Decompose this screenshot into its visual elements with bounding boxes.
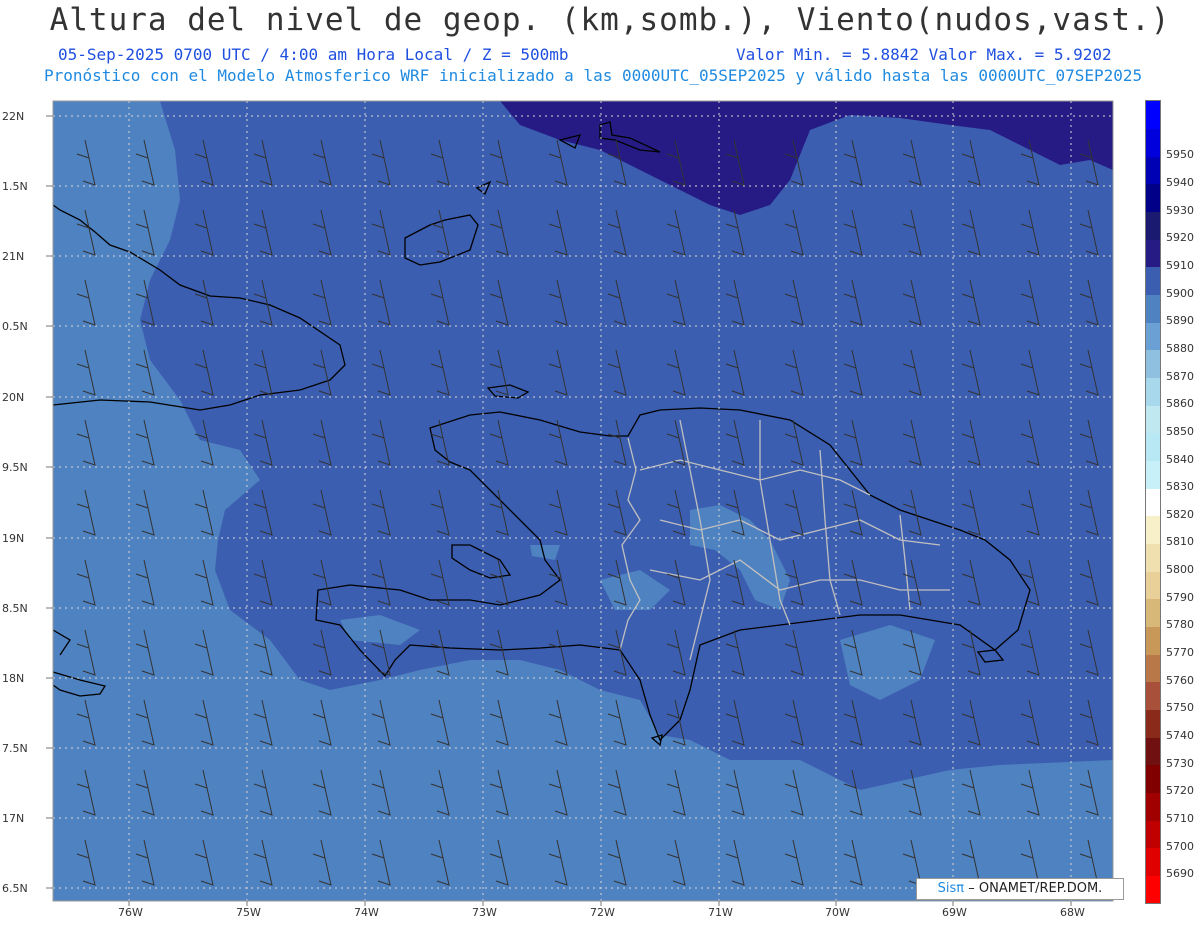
- colorbar-level-label: 5900: [1166, 286, 1194, 300]
- colorbar-cell: [1146, 543, 1160, 572]
- lat-label: 18N: [2, 672, 24, 685]
- colorbar-cell: [1146, 598, 1160, 627]
- colorbar-level-label: 5880: [1166, 341, 1194, 355]
- lat-label: 9.5N: [2, 461, 28, 474]
- colorbar-cell: [1146, 764, 1160, 793]
- colorbar-cell: [1146, 294, 1160, 323]
- colorbar-cell: [1146, 571, 1160, 600]
- colorbar-level-label: 5950: [1166, 148, 1194, 162]
- colorbar-level-label: 5840: [1166, 452, 1194, 466]
- colorbar-level-label: 5910: [1166, 258, 1194, 272]
- colorbar-level-label: 5690: [1166, 867, 1194, 881]
- longitude-labels: 76W 75W 74W 73W 72W 71W 70W 69W 68W: [118, 906, 1085, 919]
- colorbar-level-label: 5860: [1166, 397, 1194, 411]
- colorbar-cell: [1146, 460, 1160, 489]
- colorbar-cell: [1146, 488, 1160, 517]
- colorbar-level-label: 5790: [1166, 590, 1194, 604]
- lat-ticks: [46, 115, 53, 889]
- colorbar-level-label: 5890: [1166, 314, 1194, 328]
- colorbar-cell: [1146, 820, 1160, 849]
- colorbar-level-label: 5770: [1166, 646, 1194, 660]
- colorbar-level-label: 5720: [1166, 784, 1194, 798]
- lat-label: 22N: [2, 110, 24, 123]
- colorbar-level-label: 5730: [1166, 756, 1194, 770]
- colorbar-cell: [1146, 211, 1160, 240]
- credit-text: – ONAMET/REP.DOM.: [968, 881, 1103, 896]
- colorbar-level-label: 5800: [1166, 563, 1194, 577]
- colorbar-level-label: 5700: [1166, 839, 1194, 853]
- colorbar-cell: [1146, 737, 1160, 766]
- colorbar-cell: [1146, 847, 1160, 876]
- lon-label: 72W: [590, 906, 615, 919]
- colorbar-level-label: 5820: [1166, 507, 1194, 521]
- colorbar-level-label: 5710: [1166, 812, 1194, 826]
- colorbar-cell: [1146, 239, 1160, 268]
- colorbar-level-label: 5930: [1166, 203, 1194, 217]
- colorbar-cell: [1146, 626, 1160, 655]
- colorbar-cell: [1146, 709, 1160, 738]
- colorbar-level-label: 5760: [1166, 673, 1194, 687]
- colorbar-level-label: 5750: [1166, 701, 1194, 715]
- credit-box: Sisπ – ONAMET/REP.DOM.: [916, 878, 1124, 900]
- lat-label: 7.5N: [2, 742, 28, 755]
- lat-label: 19N: [2, 532, 24, 545]
- lon-label: 68W: [1060, 906, 1085, 919]
- colorbar-level-label: 5830: [1166, 480, 1194, 494]
- colorbar-cell: [1146, 792, 1160, 821]
- colorbar-cell: [1146, 156, 1160, 185]
- colorbar-cell: [1146, 183, 1160, 213]
- colorbar-level-label: 5850: [1166, 424, 1194, 438]
- colorbar-cell: [1146, 681, 1160, 710]
- latitude-labels: 22N 1.5N 21N 0.5N 20N 9.5N 19N 8.5N 18N …: [2, 110, 28, 895]
- credit-brand: Sisπ: [937, 881, 965, 896]
- lon-label: 69W: [942, 906, 967, 919]
- colorbar-cell: [1146, 266, 1160, 296]
- lon-label: 74W: [354, 906, 379, 919]
- colorbar-cell: [1146, 377, 1160, 406]
- lat-label: 6.5N: [2, 882, 28, 895]
- lat-label: 0.5N: [2, 320, 28, 333]
- colorbar-cell: [1146, 128, 1160, 157]
- colorbar-level-label: 5780: [1166, 618, 1194, 632]
- colorbar-level-label: 5740: [1166, 729, 1194, 743]
- colorbar-level-label: 5870: [1166, 369, 1194, 383]
- lon-label: 71W: [708, 906, 733, 919]
- colorbar-cell: [1146, 515, 1160, 544]
- lat-label: 20N: [2, 391, 24, 404]
- colorbar-cell: [1146, 432, 1160, 461]
- colorbar-cell: [1146, 654, 1160, 683]
- map-fields: [53, 101, 1113, 901]
- map-canvas: 22N 1.5N 21N 0.5N 20N 9.5N 19N 8.5N 18N …: [2, 100, 1114, 919]
- lon-label: 70W: [825, 906, 850, 919]
- lon-label: 73W: [472, 906, 497, 919]
- lat-label: 21N: [2, 250, 24, 263]
- colorbar-cell: [1146, 405, 1160, 434]
- colorbar-level-label: 5810: [1166, 535, 1194, 549]
- colorbar: [1145, 100, 1161, 904]
- lat-label: 17N: [2, 812, 24, 825]
- lon-label: 76W: [118, 906, 143, 919]
- lat-label: 8.5N: [2, 602, 28, 615]
- colorbar-cell: [1146, 322, 1160, 351]
- colorbar-level-label: 5940: [1166, 175, 1194, 189]
- colorbar-level-label: 5920: [1166, 231, 1194, 245]
- colorbar-cell: [1146, 875, 1160, 904]
- colorbar-cell: [1146, 349, 1160, 379]
- colorbar-cell: [1146, 101, 1160, 130]
- lon-label: 75W: [236, 906, 261, 919]
- lat-label: 1.5N: [2, 180, 28, 193]
